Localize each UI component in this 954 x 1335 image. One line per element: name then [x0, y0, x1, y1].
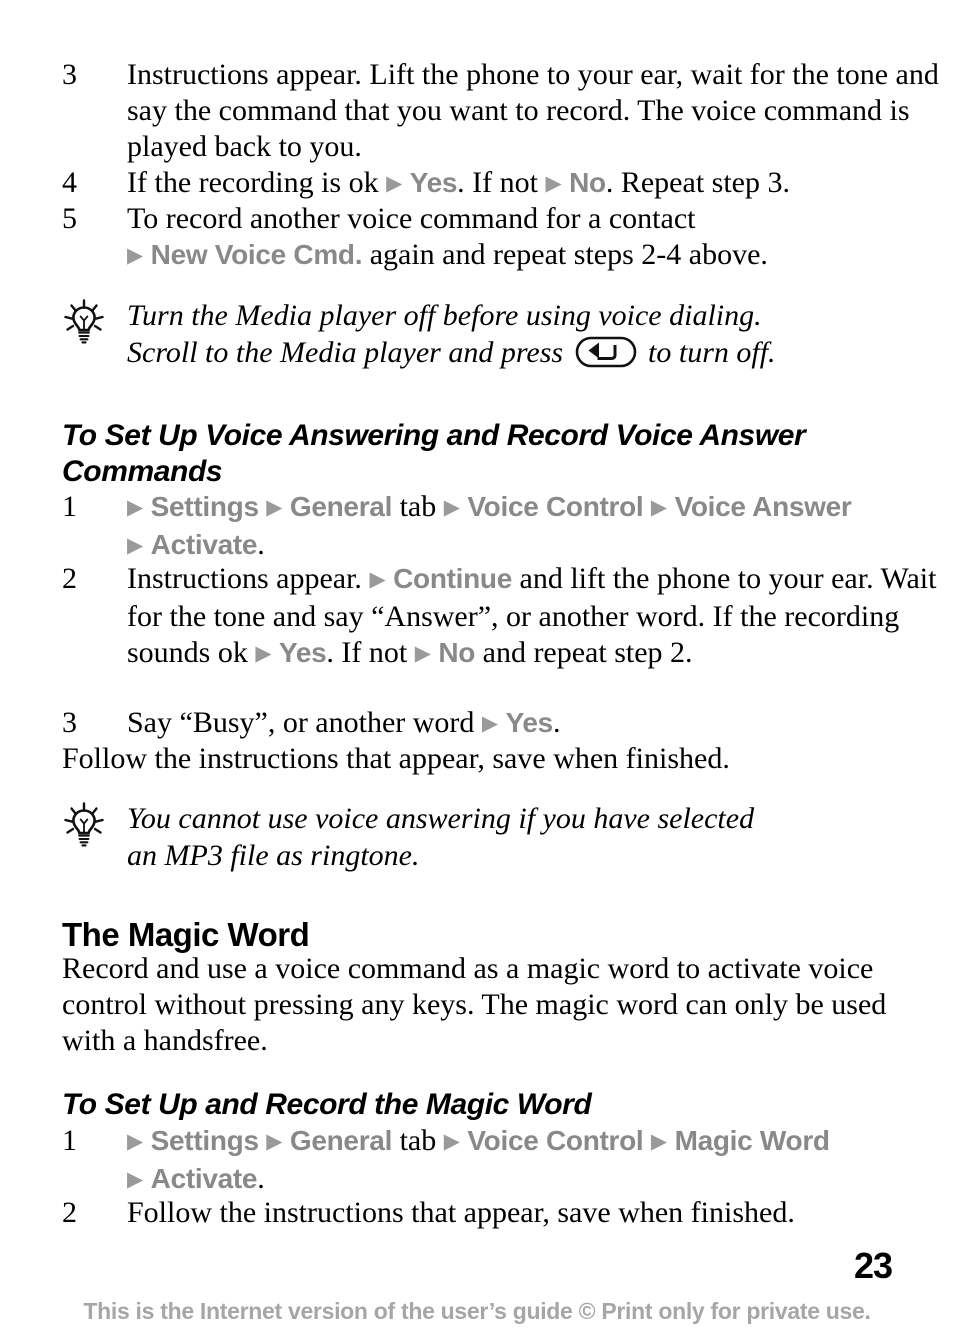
menu-item-voice-control[interactable]: Voice Control: [467, 491, 643, 522]
menu-arrow-icon: ▶: [650, 1129, 668, 1153]
step-text: Follow the instructions that appear, sav…: [127, 1196, 795, 1229]
tip-line-1: Turn the Media player off before using v…: [127, 299, 762, 332]
menu-item-magic-word[interactable]: Magic Word: [675, 1125, 830, 1156]
tip-line-1: You cannot use voice answering if you ha…: [127, 802, 755, 835]
step-text-fragment: . If not: [326, 636, 408, 669]
step-number: 1: [62, 490, 77, 523]
tip-note-mp3-ringtone: You cannot use voice answering if you ha…: [62, 800, 954, 874]
menu-arrow-icon: ▶: [255, 641, 272, 665]
step-text-fragment: and repeat step 2.: [482, 636, 693, 669]
step-number: 5: [62, 202, 77, 235]
tip-line-2-b: to turn off.: [648, 336, 776, 369]
menu-arrow-icon: ▶: [545, 171, 562, 195]
step-number: 4: [62, 166, 77, 199]
list-item-va-step-3: 3 Say “Busy”, or another word ▶ Yes.: [62, 705, 954, 743]
section-heading-setup-magic-word: To Set Up and Record the Magic Word: [62, 1088, 592, 1121]
menu-arrow-icon: ▶: [386, 171, 403, 195]
follow-instructions-text: Follow the instructions that appear, sav…: [62, 742, 730, 775]
menu-arrow-icon: ▶: [127, 533, 144, 557]
step-text-fragment: again and repeat steps 2-4 above.: [369, 238, 768, 271]
tab-label: tab: [399, 1124, 437, 1157]
step-text: ▶ Settings ▶ General tab ▶ Voice Control…: [127, 489, 954, 565]
step-text: Say “Busy”, or another word ▶ Yes.: [127, 705, 954, 743]
menu-item-new-voice-cmd[interactable]: New Voice Cmd.: [151, 239, 363, 270]
menu-item-activate[interactable]: Activate: [151, 529, 258, 560]
menu-item-yes[interactable]: Yes: [506, 707, 554, 738]
tip-note-media-player: Turn the Media player off before using v…: [62, 297, 954, 371]
lightbulb-icon: [62, 802, 106, 847]
menu-item-activate[interactable]: Activate: [151, 1163, 258, 1194]
menu-arrow-icon: ▶: [650, 495, 668, 519]
sentence-period: .: [552, 706, 561, 739]
menu-item-no[interactable]: No: [569, 167, 606, 198]
step-text: If the recording is ok ▶ Yes. If not ▶ N…: [127, 165, 954, 203]
menu-item-settings[interactable]: Settings: [151, 1125, 259, 1156]
step-number: 2: [62, 1196, 77, 1229]
step-text: ▶ Settings ▶ General tab ▶ Voice Control…: [127, 1123, 954, 1199]
section-heading-voice-answering: To Set Up Voice Answering and Record Voi…: [62, 419, 806, 488]
menu-arrow-icon: ▶: [414, 641, 431, 665]
section-heading-magic-word: The Magic Word: [62, 916, 310, 953]
menu-arrow-icon: ▶: [127, 243, 144, 267]
menu-item-yes[interactable]: Yes: [279, 637, 327, 668]
menu-item-voice-control[interactable]: Voice Control: [467, 1125, 643, 1156]
sentence-period: .: [257, 1162, 265, 1195]
list-item-va-step-2: 2 Instructions appear. ▶ Continue and li…: [62, 561, 954, 673]
sentence-period: .: [257, 528, 265, 561]
tip-line-2-a: Scroll to the Media player and press: [127, 336, 564, 369]
step-number: 1: [62, 1124, 77, 1157]
step-text-fragment: . If not: [457, 166, 538, 199]
back-key-icon: [575, 336, 637, 368]
list-item-mw-step-1: 1 ▶ Settings ▶ General tab ▶ Voice Contr…: [62, 1123, 954, 1199]
menu-arrow-icon: ▶: [443, 1129, 460, 1153]
step-text-fragment: To record another voice command for a co…: [127, 202, 696, 235]
menu-item-yes[interactable]: Yes: [410, 167, 458, 198]
menu-arrow-icon: ▶: [369, 567, 386, 591]
menu-item-settings[interactable]: Settings: [151, 491, 259, 522]
tip-line-2: an MP3 file as ringtone.: [127, 839, 420, 872]
list-item-step-4: 4 If the recording is ok ▶ Yes. If not ▶…: [62, 165, 954, 203]
step-text: To record another voice command for a co…: [127, 201, 954, 275]
step-text-fragment: If the recording is ok: [127, 166, 379, 199]
menu-item-general[interactable]: General: [290, 1125, 392, 1156]
list-item-step-3: 3 Instructions appear. Lift the phone to…: [62, 57, 954, 165]
step-number: 2: [62, 562, 77, 595]
menu-arrow-icon: ▶: [127, 1129, 144, 1153]
step-text-fragment: Say “Busy”, or another word: [127, 706, 475, 739]
step-text-fragment: Instructions appear.: [127, 562, 362, 595]
magic-word-paragraph: Record and use a voice command as a magi…: [62, 952, 887, 1057]
step-text-fragment: . Repeat step 3.: [605, 166, 790, 199]
menu-item-continue[interactable]: Continue: [393, 563, 512, 594]
page-number: 23: [853, 1245, 893, 1286]
menu-item-voice-answer[interactable]: Voice Answer: [675, 491, 852, 522]
menu-arrow-icon: ▶: [127, 1167, 144, 1191]
menu-arrow-icon: ▶: [127, 495, 144, 519]
menu-arrow-icon: ▶: [481, 711, 499, 735]
tab-label: tab: [399, 490, 437, 523]
list-item-mw-step-2: 2 Follow the instructions that appear, s…: [62, 1195, 954, 1231]
list-item-step-5: 5 To record another voice command for a …: [62, 201, 954, 275]
menu-item-general[interactable]: General: [290, 491, 392, 522]
lightbulb-icon: [62, 299, 106, 344]
step-number: 3: [62, 58, 77, 91]
step-text: Instructions appear. Lift the phone to y…: [127, 58, 939, 163]
page-footer-notice: This is the Internet version of the user…: [83, 1298, 871, 1324]
menu-arrow-icon: ▶: [266, 1129, 283, 1153]
step-text: Instructions appear. ▶ Continue and lift…: [127, 561, 954, 673]
menu-arrow-icon: ▶: [443, 495, 460, 519]
menu-arrow-icon: ▶: [266, 495, 283, 519]
step-number: 3: [62, 706, 77, 739]
manual-page: 3 Instructions appear. Lift the phone to…: [0, 0, 954, 1335]
list-item-va-step-1: 1 ▶ Settings ▶ General tab ▶ Voice Contr…: [62, 489, 954, 565]
menu-item-no[interactable]: No: [438, 637, 475, 668]
